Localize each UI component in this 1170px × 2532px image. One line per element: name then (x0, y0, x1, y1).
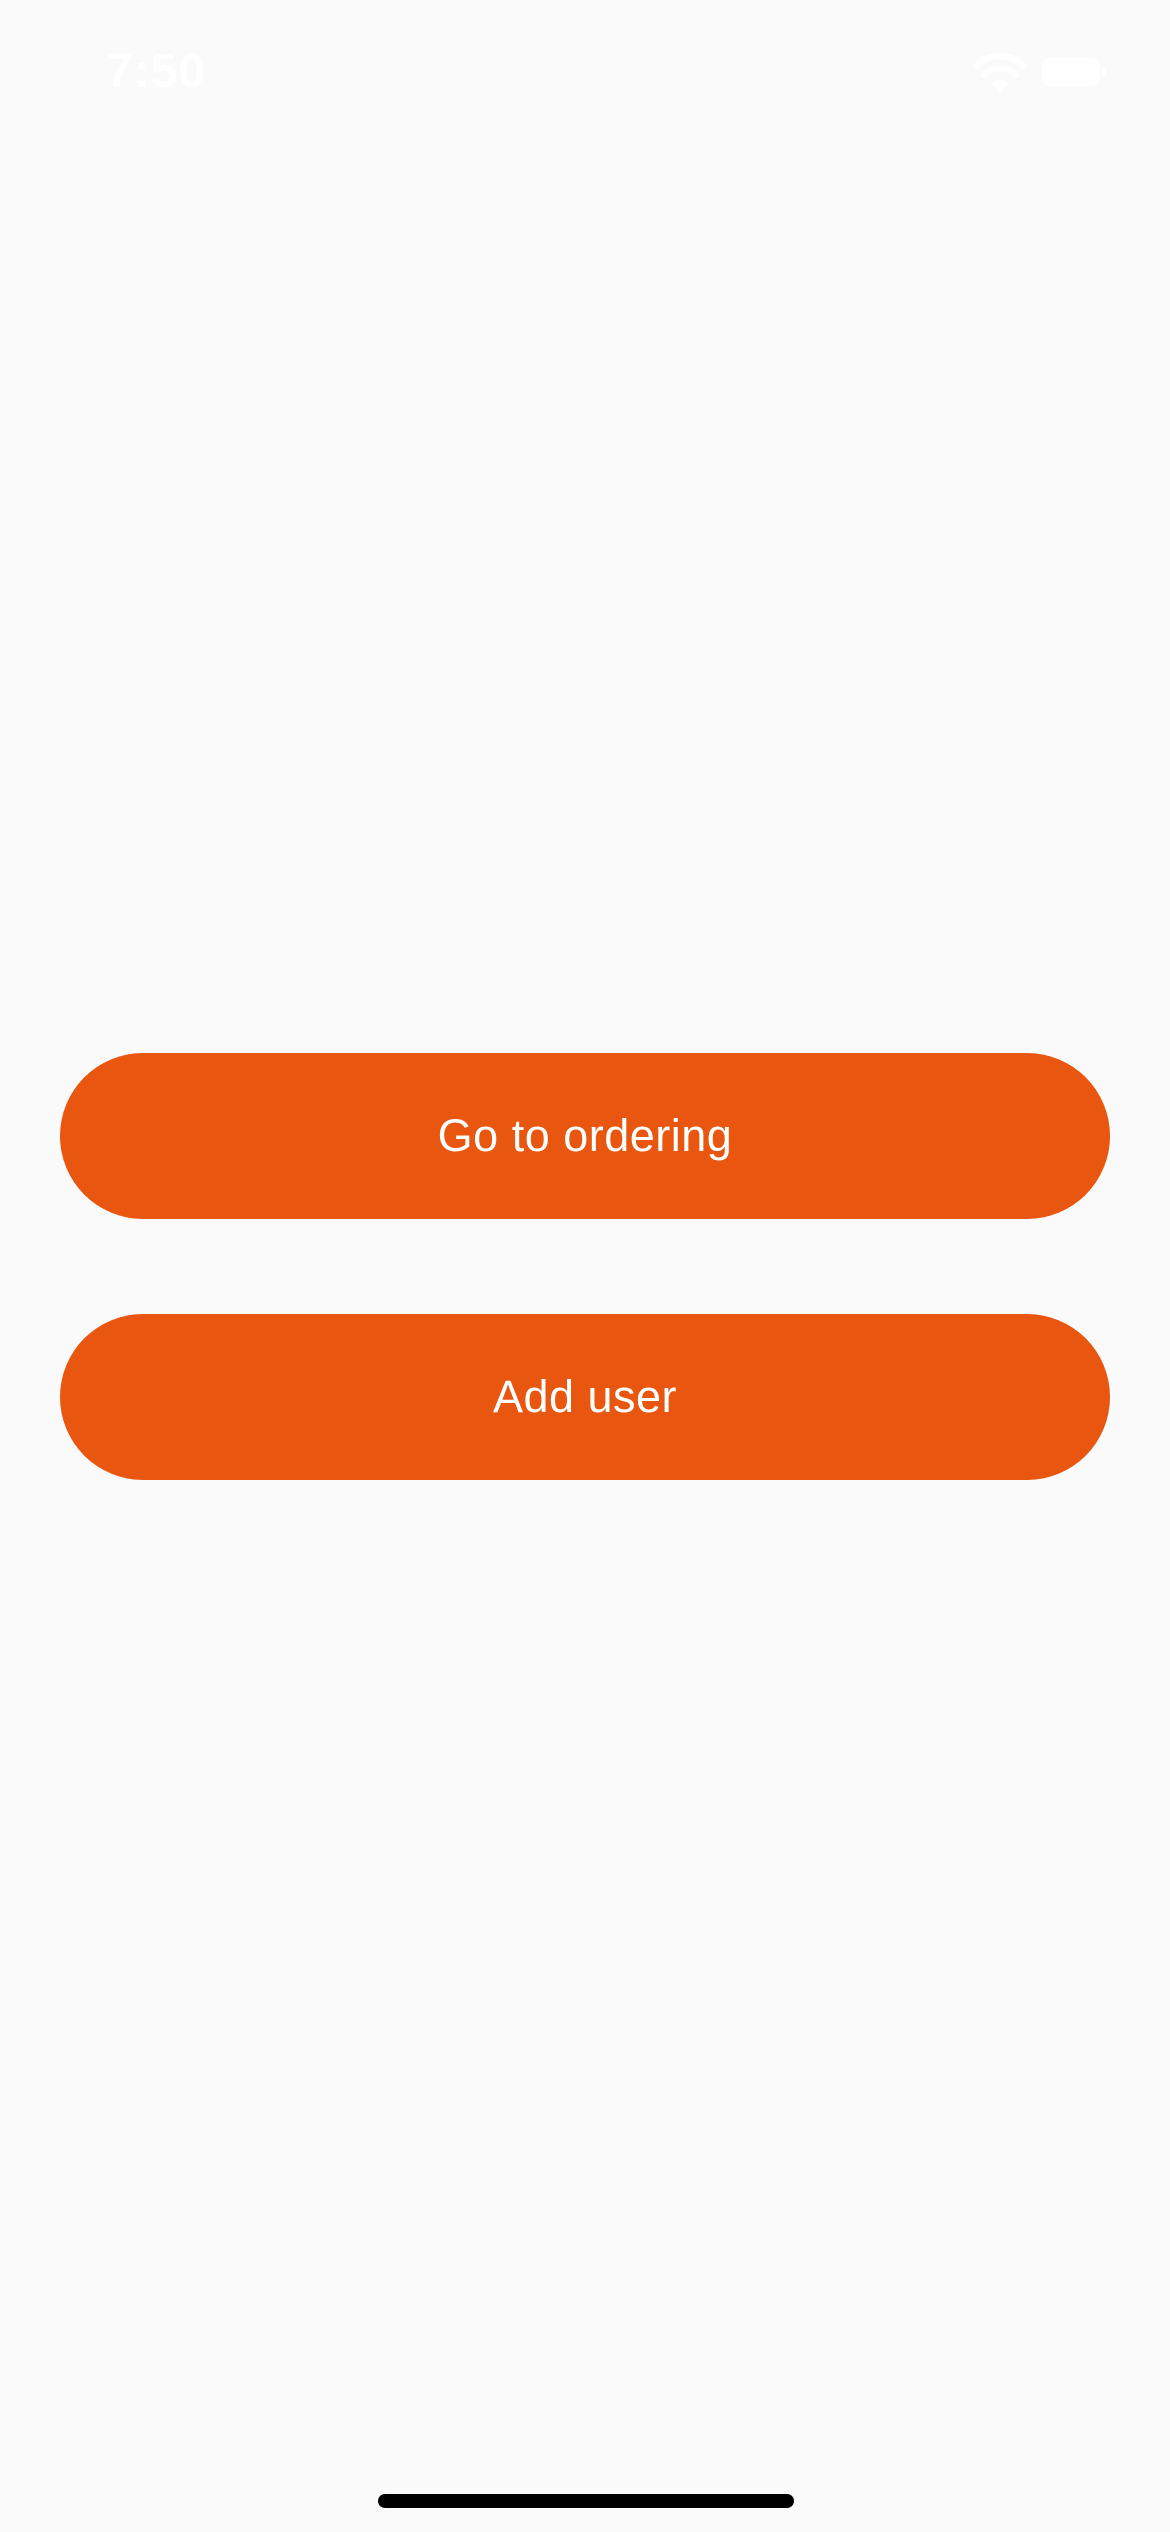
go-to-ordering-button[interactable]: Go to ordering (60, 1053, 1110, 1219)
main-content: Go to ordering Add user (0, 0, 1170, 2532)
home-indicator[interactable] (378, 2494, 794, 2508)
add-user-button[interactable]: Add user (60, 1314, 1110, 1480)
